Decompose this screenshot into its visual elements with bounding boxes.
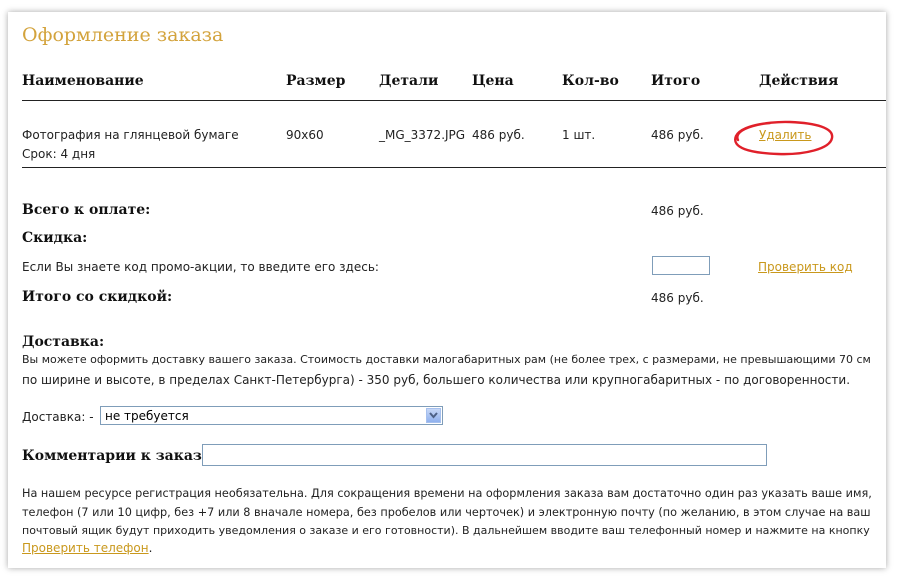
item-qty: 1 шт.	[562, 128, 596, 142]
registration-line-2: телефон (7 или 10 цифр, без +7 или 8 вна…	[22, 506, 871, 519]
header-size: Размер	[286, 73, 346, 89]
registration-line-1: На нашем ресурсе регистрация необязатель…	[22, 487, 872, 500]
header-qty: Кол-во	[562, 73, 619, 89]
discount-label: Скидка:	[22, 230, 88, 246]
header-details: Детали	[379, 73, 439, 89]
item-term: Срок: 4 дня	[22, 147, 96, 161]
delivery-text-line-1: Вы можете оформить доставку вашего заказ…	[22, 353, 871, 366]
table-header-divider	[22, 100, 886, 101]
table-row-divider	[22, 167, 886, 168]
registration-line-4: Проверить телефон.	[22, 538, 152, 558]
item-details: _MG_3372.JPG	[379, 128, 466, 142]
chevron-down-icon	[429, 412, 438, 419]
delivery-heading: Доставка:	[22, 334, 105, 350]
header-name: Наименование	[22, 73, 144, 89]
comments-input[interactable]	[202, 444, 767, 466]
header-price: Цена	[472, 73, 514, 89]
item-name: Фотография на глянцевой бумаге	[22, 128, 239, 142]
discounted-value: 486 руб.	[651, 291, 704, 305]
promo-code-input[interactable]	[652, 256, 710, 275]
header-total: Итого	[651, 73, 701, 89]
item-total: 486 руб.	[651, 128, 704, 142]
check-code-link[interactable]: Проверить код	[758, 260, 853, 274]
dropdown-arrow-button[interactable]	[426, 408, 441, 423]
comments-label: Комментарии к заказу:	[22, 448, 216, 464]
highlight-circle-annotation	[734, 120, 834, 156]
item-size: 90x60	[286, 128, 324, 142]
page-title: Оформление заказа	[22, 24, 224, 46]
total-label: Всего к оплате:	[22, 202, 151, 218]
registration-suffix: .	[148, 541, 153, 555]
delivery-text-line-2: по ширине и высоте, в пределах Санкт-Пет…	[22, 373, 851, 387]
delivery-select-label: Доставка: -	[22, 410, 94, 424]
discounted-label: Итого со скидкой:	[22, 289, 173, 305]
delivery-select[interactable]: не требуется	[100, 406, 443, 425]
check-phone-link[interactable]: Проверить телефон	[22, 541, 149, 555]
total-value: 486 руб.	[651, 204, 704, 218]
promo-prompt: Если Вы знаете код промо-акции, то введи…	[22, 260, 379, 274]
item-price: 486 руб.	[472, 128, 525, 142]
header-actions: Действия	[759, 73, 839, 89]
delivery-select-value: не требуется	[105, 409, 189, 423]
